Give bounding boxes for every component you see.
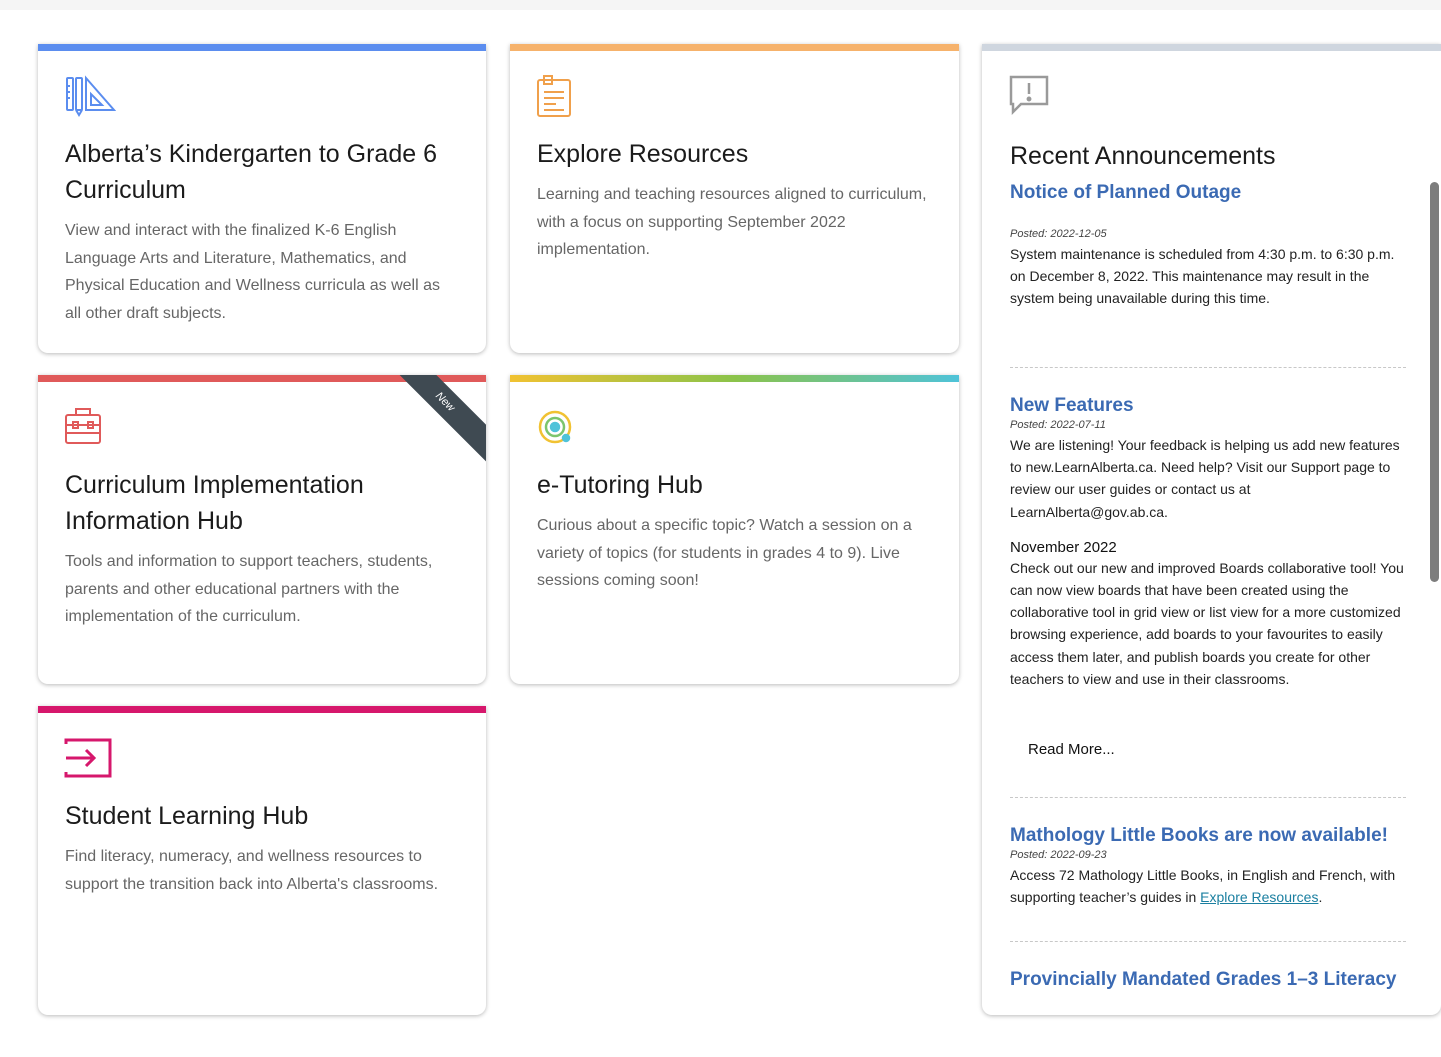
announcements-scroll-area[interactable]: Notice of Planned Outage Posted: 2022-12… (982, 174, 1441, 1015)
clipboard-icon (536, 74, 588, 118)
announcements-panel: Recent Announcements Notice of Planned O… (982, 44, 1441, 1015)
announcement-item: Provincially Mandated Grades 1–3 Literac… (1010, 969, 1406, 991)
card-title[interactable]: Student Learning Hub (65, 798, 466, 834)
login-arrow-icon (64, 736, 116, 780)
announcement-item: Notice of Planned Outage Posted: 2022-12… (1010, 182, 1406, 310)
scrollbar-thumb[interactable] (1430, 182, 1439, 582)
card-description: Curious about a specific topic? Watch a … (537, 517, 912, 590)
announcements-title: Recent Announcements (1010, 142, 1276, 170)
card-accent-bar (38, 706, 486, 713)
card-description: Tools and information to support teacher… (65, 553, 433, 626)
card-k6-curriculum[interactable]: Alberta’s Kindergarten to Grade 6 Curric… (38, 44, 486, 353)
announcement-link[interactable]: Mathology Little Books are now available… (1010, 825, 1406, 847)
announcement-body: Access 72 Mathology Little Books, in Eng… (1010, 864, 1406, 908)
card-explore-resources[interactable]: Explore Resources Learning and teaching … (510, 44, 959, 353)
announcement-date: Posted: 2022-12-05 (1010, 228, 1107, 240)
ruler-triangle-icon (64, 74, 117, 118)
announcement-divider (1010, 797, 1406, 798)
announcement-link[interactable]: Notice of Planned Outage (1010, 182, 1406, 204)
card-implementation-hub[interactable]: New Curriculum Implementation Informatio… (38, 375, 486, 684)
card-title[interactable]: Alberta’s Kindergarten to Grade 6 Curric… (65, 136, 466, 208)
alert-message-icon (1009, 74, 1061, 118)
announcement-link[interactable]: Provincially Mandated Grades 1–3 Literac… (1010, 969, 1406, 991)
announcement-item: Mathology Little Books are now available… (1010, 825, 1406, 908)
card-accent-bar (982, 44, 1441, 51)
card-description: Find literacy, numeracy, and wellness re… (65, 848, 439, 893)
announcement-body: System maintenance is scheduled from 4:3… (1010, 246, 1395, 307)
announcement-date: Posted: 2022-09-23 (1010, 849, 1107, 861)
announcement-body: We are listening! Your feedback is helpi… (1010, 437, 1400, 520)
card-accent-bar (510, 44, 959, 51)
card-description: View and interact with the finalized K-6… (65, 222, 440, 322)
card-student-learning-hub[interactable]: Student Learning Hub Find literacy, nume… (38, 706, 486, 1015)
orbit-icon (536, 405, 588, 449)
card-description: Learning and teaching resources aligned … (537, 186, 927, 259)
card-title[interactable]: Curriculum Implementation Information Hu… (65, 467, 466, 539)
card-accent-bar (38, 44, 486, 51)
card-etutoring-hub[interactable]: e-Tutoring Hub Curious about a specific … (510, 375, 959, 684)
card-title[interactable]: e-Tutoring Hub (537, 467, 939, 503)
announcement-date: Posted: 2022-07-11 (1010, 419, 1106, 431)
card-title[interactable]: Explore Resources (537, 136, 939, 172)
announcement-subheading: November 2022 (1010, 538, 1117, 556)
announcement-body-suffix: . (1318, 889, 1323, 906)
toolbox-icon (64, 405, 116, 449)
announcement-sub-body: Check out our new and improved Boards co… (1010, 559, 1404, 687)
announcement-link[interactable]: New Features (1010, 395, 1406, 417)
new-ribbon: New (382, 375, 486, 465)
explore-resources-link[interactable]: Explore Resources (1200, 889, 1318, 905)
announcement-divider (1010, 941, 1406, 942)
announcement-item: New Features Posted: 2022-07-11 We are l… (1010, 395, 1406, 690)
announcement-divider (1010, 367, 1406, 368)
read-more-link[interactable]: Read More... (1028, 741, 1115, 758)
card-accent-bar (510, 375, 959, 382)
